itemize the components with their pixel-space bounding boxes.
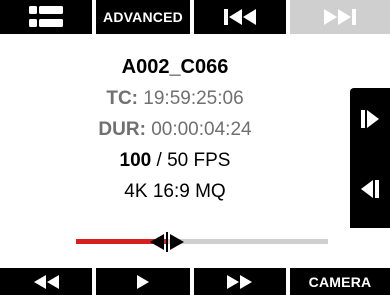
playback-scrubber[interactable] [76, 232, 328, 252]
skip-to-end-icon [324, 9, 356, 25]
fast-forward-button[interactable] [194, 268, 286, 295]
duration-label: DUR: [98, 119, 146, 140]
playhead-handle[interactable] [147, 232, 187, 252]
format-line: 4K 16:9 MQ [124, 181, 226, 202]
fast-forward-icon [227, 274, 252, 289]
camera-button[interactable]: CAMERA [290, 268, 390, 295]
menu-button[interactable] [0, 0, 92, 34]
play-icon [137, 274, 149, 289]
playback-speed: 100 [119, 150, 152, 171]
rewind-button[interactable] [0, 268, 92, 295]
project-fps: 50 FPS [167, 150, 231, 171]
next-clip-button[interactable] [290, 0, 390, 34]
frame-back-button[interactable] [350, 178, 390, 200]
bottom-toolbar: CAMERA [0, 268, 390, 295]
advanced-button[interactable]: ADVANCED [96, 0, 190, 34]
timecode-label: TC: [106, 88, 138, 109]
duration-value: 00:00:04:24 [151, 119, 252, 140]
frame-back-icon [361, 180, 379, 198]
previous-clip-button[interactable] [194, 0, 286, 34]
frame-step-panel [350, 88, 390, 228]
duration-line: DUR: 00:00:04:24 [0, 114, 350, 145]
frame-forward-icon [361, 110, 379, 128]
frame-forward-button[interactable] [350, 108, 390, 130]
play-button[interactable] [96, 268, 190, 295]
rewind-icon [34, 274, 59, 289]
fps-line: 100 / 50 FPS [0, 145, 350, 176]
clip-info-panel: A002_C066 TC: 19:59:25:06 DUR: 00:00:04:… [0, 52, 350, 207]
advanced-label: ADVANCED [103, 9, 183, 25]
top-toolbar: ADVANCED [0, 0, 390, 34]
clip-name: A002_C066 [121, 56, 229, 78]
skip-to-start-icon [224, 9, 256, 25]
fps-separator: / [156, 150, 162, 171]
list-icon [29, 6, 63, 27]
camera-label: CAMERA [308, 273, 372, 290]
timecode-value: 19:59:25:06 [143, 88, 244, 109]
scrubber-remaining-track [167, 239, 328, 244]
timecode-line: TC: 19:59:25:06 [0, 83, 350, 114]
